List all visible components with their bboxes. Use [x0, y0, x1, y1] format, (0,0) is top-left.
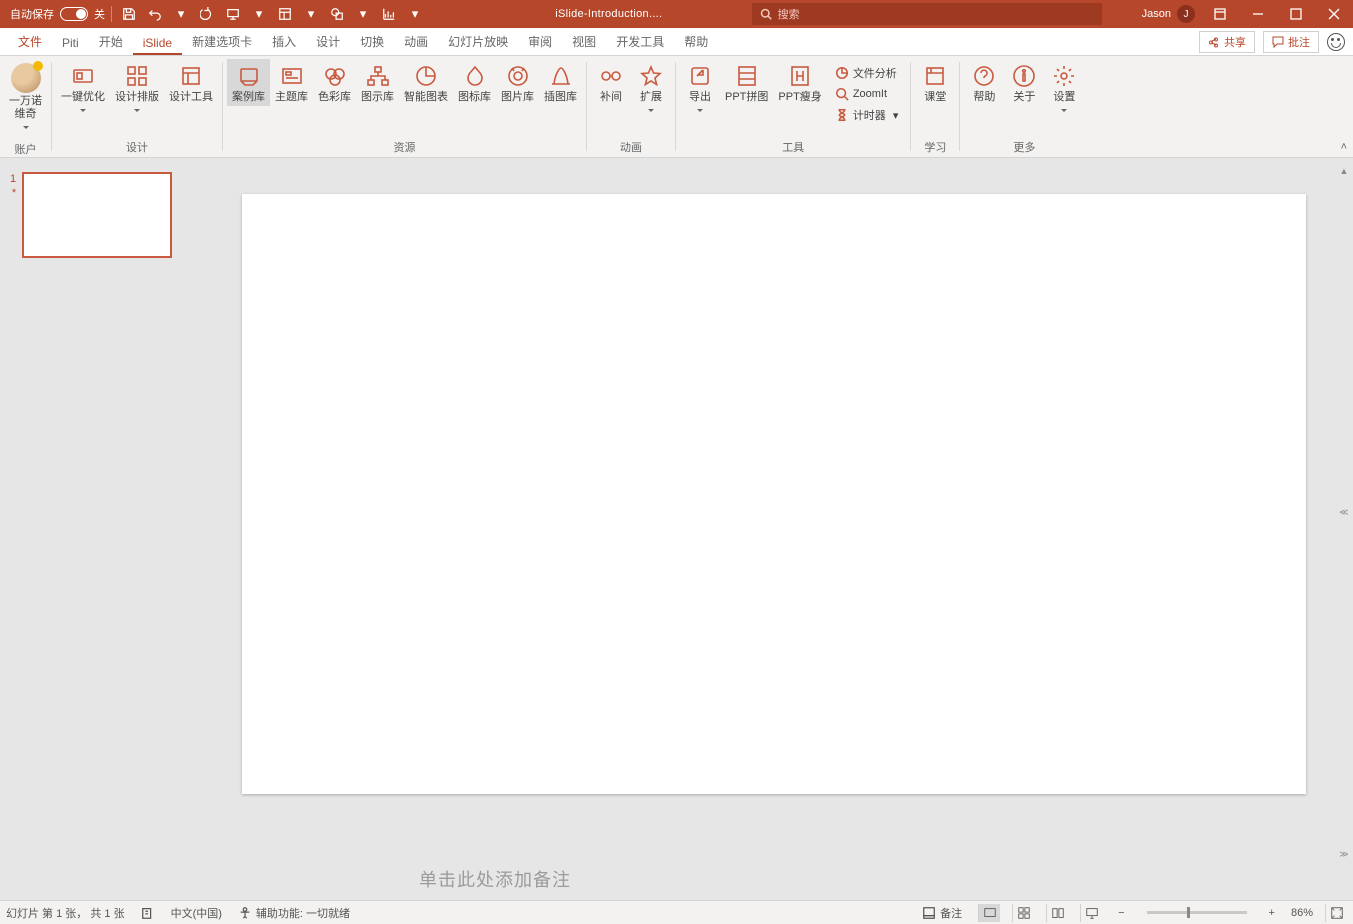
zoom-in-icon[interactable]: +: [1265, 907, 1279, 919]
fit-to-window-icon[interactable]: [1325, 904, 1347, 922]
layout-icon[interactable]: [274, 3, 296, 25]
group-label-study: 学习: [915, 136, 955, 157]
tab-home[interactable]: 开始: [89, 29, 133, 55]
qat-more-1-icon[interactable]: ▾: [248, 3, 270, 25]
present-from-start-icon[interactable]: [222, 3, 244, 25]
tab-piti[interactable]: Piti: [52, 32, 89, 55]
collapse-ribbon-icon[interactable]: ˄: [1341, 141, 1347, 153]
autosave-state: 关: [94, 6, 105, 22]
document-title: iSlide-Introduction....: [426, 8, 752, 20]
tab-newtab[interactable]: 新建选项卡: [182, 29, 262, 55]
ppt-collage-button[interactable]: PPT拼图: [720, 59, 773, 106]
thumb-index: 1: [10, 172, 16, 186]
account-button[interactable]: 一万诺 维奇: [4, 59, 47, 138]
settings-button[interactable]: 设置: [1044, 59, 1084, 121]
design-layout-button[interactable]: 设计排版: [110, 59, 164, 121]
group-label-anim: 动画: [591, 136, 671, 157]
diagram-library-button[interactable]: 图示库: [356, 59, 399, 106]
smart-chart-button[interactable]: 智能图表: [399, 59, 453, 106]
shapes-icon[interactable]: [326, 3, 348, 25]
ribbon-display-options-icon[interactable]: [1201, 0, 1239, 28]
comments-button[interactable]: 批注: [1263, 31, 1319, 53]
notes-toggle-button[interactable]: 备注: [918, 905, 966, 921]
qat-more-2-icon[interactable]: ▾: [300, 3, 322, 25]
slide-canvas[interactable]: [242, 194, 1306, 794]
extend-button[interactable]: 扩展: [631, 59, 671, 121]
scroll-up-icon[interactable]: ▲: [1340, 166, 1349, 176]
illustration-library-button[interactable]: 插图库: [539, 59, 582, 106]
prev-slide-icon[interactable]: ≪: [1339, 507, 1348, 518]
vertical-scrollbar[interactable]: ▲ ≪ ≫: [1337, 166, 1351, 860]
about-button[interactable]: 关于: [1004, 59, 1044, 106]
group-label-more: 更多: [964, 136, 1084, 157]
notes-placeholder[interactable]: 单击此处添加备注: [419, 866, 571, 892]
theme-library-button[interactable]: 主题库: [270, 59, 313, 106]
zoom-percent[interactable]: 86%: [1291, 907, 1313, 919]
help-button[interactable]: 帮助: [964, 59, 1004, 106]
autosave-toggle[interactable]: [60, 7, 88, 21]
user-account[interactable]: Jason J: [1142, 5, 1201, 23]
tween-button[interactable]: 补间: [591, 59, 631, 106]
feedback-smiley-icon[interactable]: [1327, 33, 1345, 51]
search-icon: [760, 8, 772, 20]
icon-library-button[interactable]: 图标库: [453, 59, 496, 106]
slide-position: 幻灯片 第 1 张， 共 1 张: [6, 905, 125, 921]
spellcheck-icon[interactable]: [137, 906, 159, 920]
user-avatar-icon: J: [1177, 5, 1195, 23]
group-label-tools: 工具: [680, 136, 906, 157]
tab-insert[interactable]: 插入: [262, 29, 306, 55]
group-label-design: 设计: [56, 136, 218, 157]
zoom-slider[interactable]: [1147, 911, 1247, 914]
timer-button[interactable]: 计时器 ▾: [831, 105, 903, 125]
tab-file[interactable]: 文件: [8, 29, 52, 55]
menu-tabs: 文件 Piti 开始 iSlide 新建选项卡 插入 设计 切换 动画 幻灯片放…: [0, 28, 1353, 56]
tab-review[interactable]: 审阅: [518, 29, 562, 55]
share-button[interactable]: 共享: [1199, 31, 1255, 53]
search-input[interactable]: 搜索: [752, 3, 1102, 25]
group-label-resource: 资源: [227, 136, 582, 157]
one-click-optimize-button[interactable]: 一键优化: [56, 59, 110, 121]
qat-customize-icon[interactable]: ▾: [404, 3, 426, 25]
tab-developer[interactable]: 开发工具: [606, 29, 674, 55]
chart-icon[interactable]: [378, 3, 400, 25]
redo-icon[interactable]: [196, 3, 218, 25]
maximize-icon[interactable]: [1277, 0, 1315, 28]
autosave-label: 自动保存: [10, 6, 54, 22]
export-button[interactable]: 导出: [680, 59, 720, 121]
tab-help[interactable]: 帮助: [674, 29, 718, 55]
language-indicator[interactable]: 中文(中国): [171, 905, 222, 921]
classroom-button[interactable]: 课堂: [915, 59, 955, 106]
tab-design[interactable]: 设计: [306, 29, 350, 55]
next-slide-icon[interactable]: ≫: [1339, 849, 1348, 860]
reading-view-icon[interactable]: [1046, 904, 1068, 922]
image-library-button[interactable]: 图片库: [496, 59, 539, 106]
tab-view[interactable]: 视图: [562, 29, 606, 55]
color-library-button[interactable]: 色彩库: [313, 59, 356, 106]
thumb-anim-marker-icon: *: [10, 186, 16, 200]
normal-view-icon[interactable]: [978, 904, 1000, 922]
file-analysis-button[interactable]: 文件分析: [831, 63, 903, 83]
slide-thumbnails-pane: 1 *: [0, 158, 195, 900]
avatar-icon: [11, 63, 41, 93]
save-icon[interactable]: [118, 3, 140, 25]
undo-icon[interactable]: [144, 3, 166, 25]
qat-more-3-icon[interactable]: ▾: [352, 3, 374, 25]
slideshow-view-icon[interactable]: [1080, 904, 1102, 922]
tab-animation[interactable]: 动画: [394, 29, 438, 55]
design-tools-button[interactable]: 设计工具: [164, 59, 218, 106]
ppt-slim-button[interactable]: PPT瘦身: [773, 59, 826, 106]
case-library-button[interactable]: 案例库: [227, 59, 270, 106]
tab-slideshow[interactable]: 幻灯片放映: [438, 29, 518, 55]
minimize-icon[interactable]: [1239, 0, 1277, 28]
accessibility-button[interactable]: 辅助功能: 一切就绪: [234, 905, 354, 921]
tab-islide[interactable]: iSlide: [133, 32, 182, 55]
zoom-out-icon[interactable]: −: [1114, 907, 1128, 919]
zoomit-button[interactable]: ZoomIt: [831, 85, 903, 103]
undo-more-icon[interactable]: ▾: [170, 3, 192, 25]
close-icon[interactable]: [1315, 0, 1353, 28]
tab-transition[interactable]: 切换: [350, 29, 394, 55]
group-label-account: 账户: [4, 138, 47, 159]
slide-thumbnail-1[interactable]: [22, 172, 172, 258]
sorter-view-icon[interactable]: [1012, 904, 1034, 922]
